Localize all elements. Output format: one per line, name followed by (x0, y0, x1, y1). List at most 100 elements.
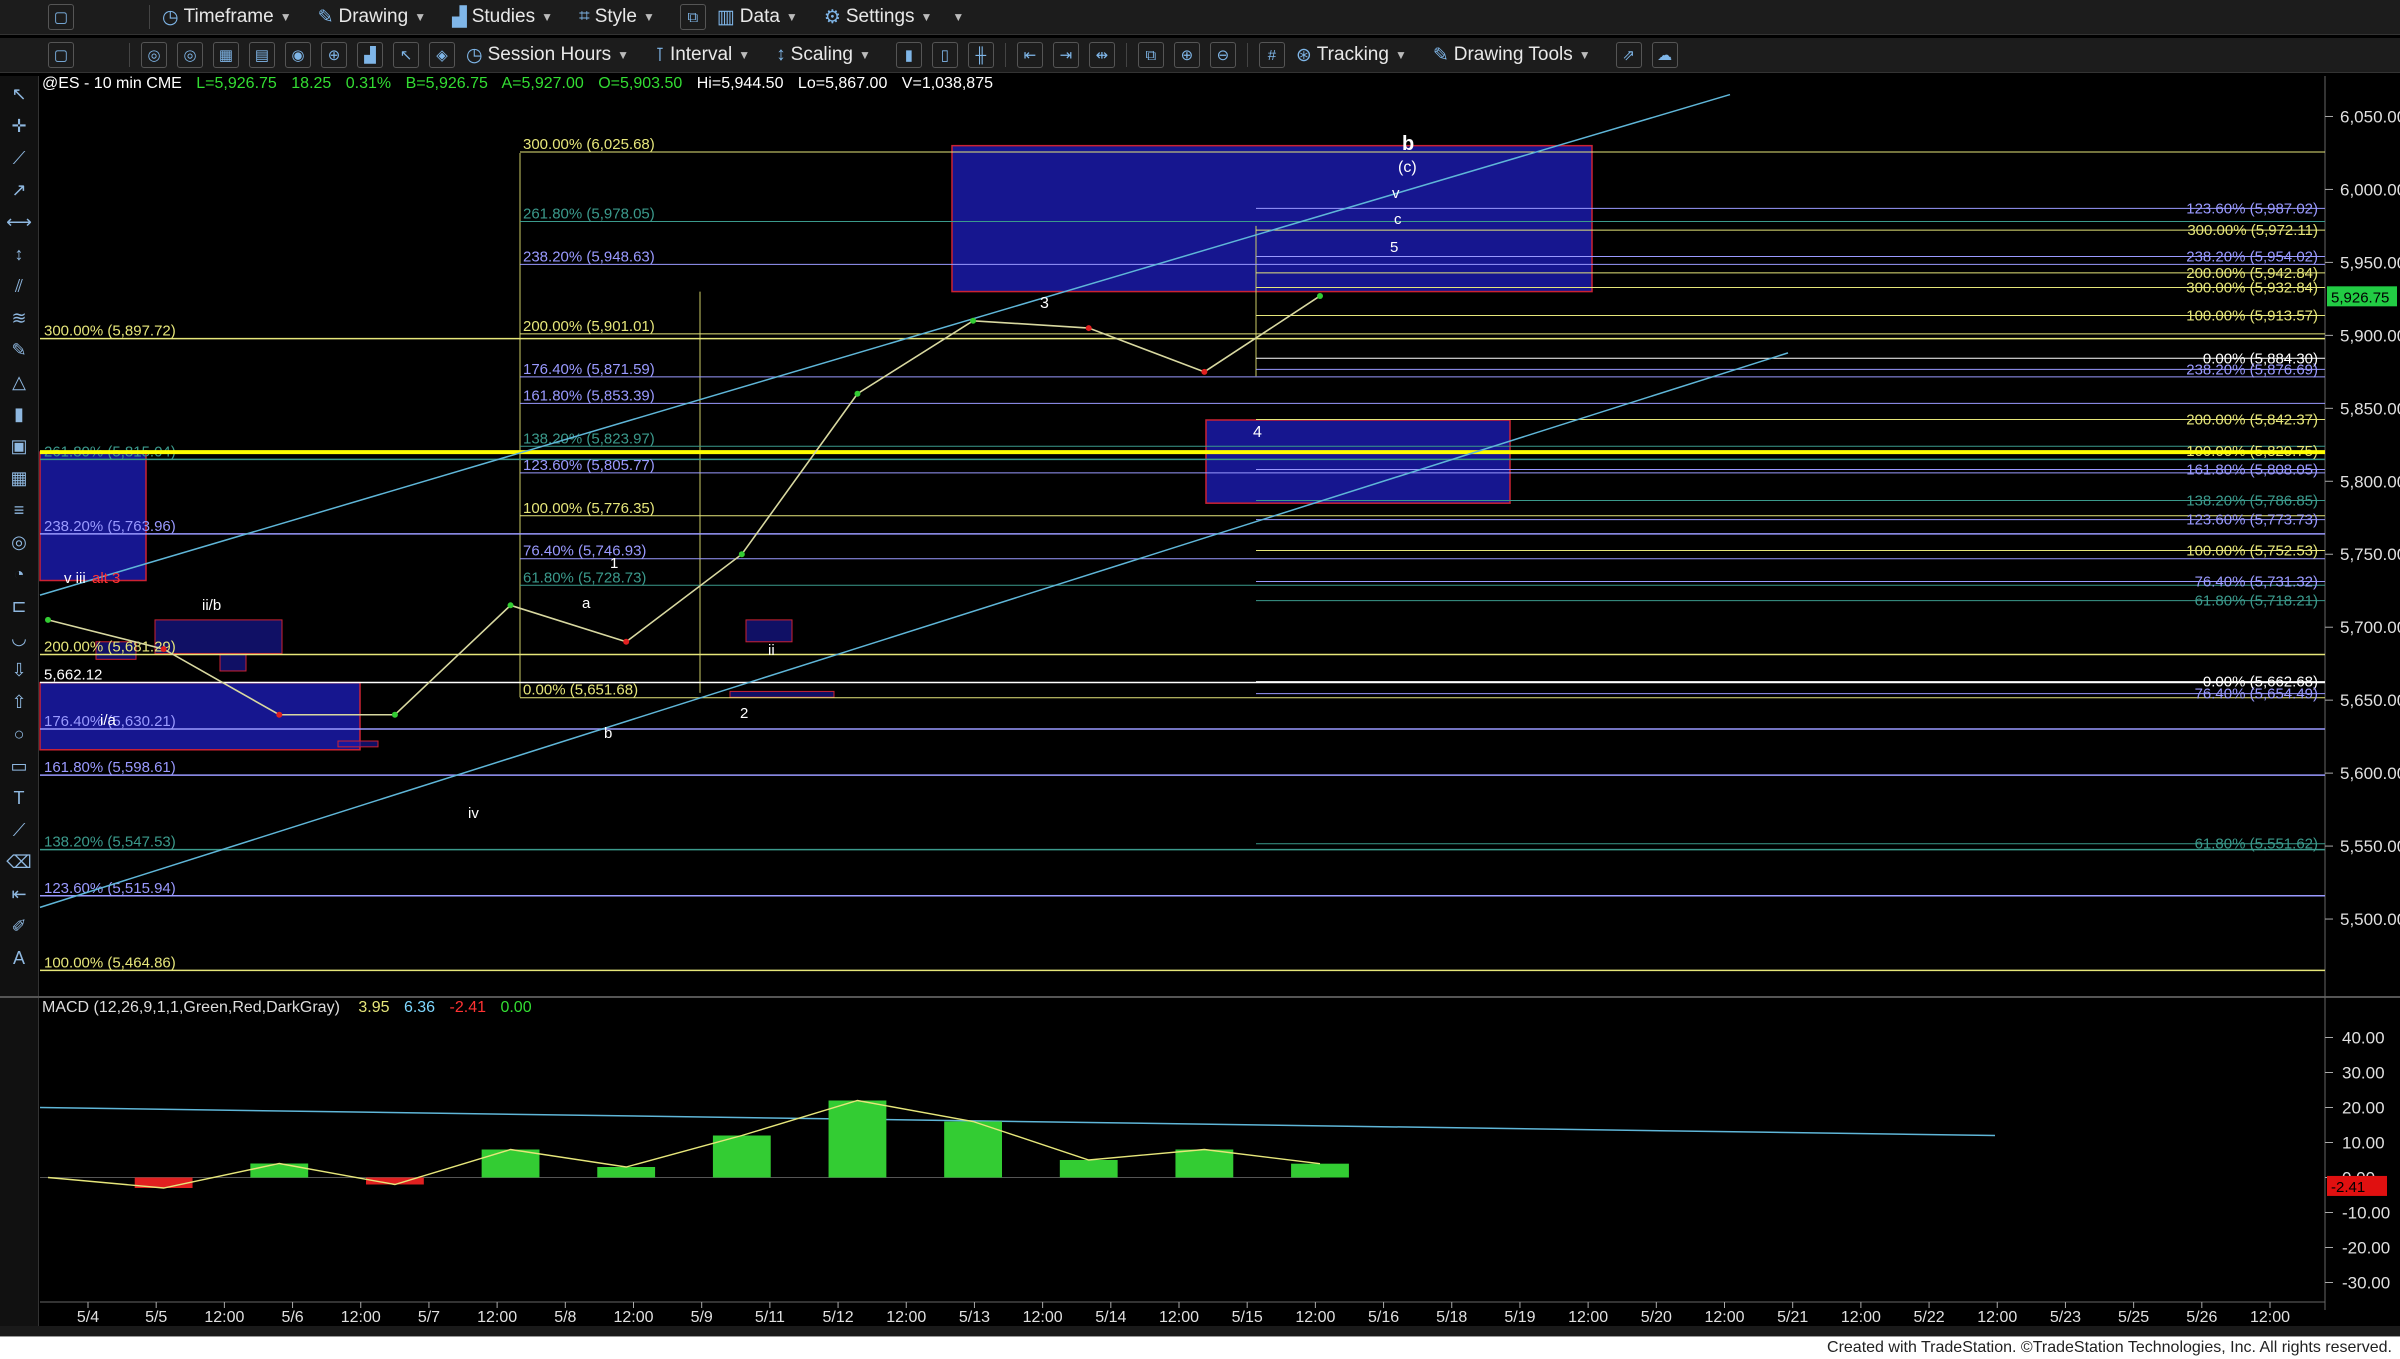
time-tick-label: 5/12 (822, 1309, 853, 1326)
price-tick-label: 5,850.00 (2340, 399, 2400, 418)
copyright-text: Created with TradeStation. ©TradeStation… (1827, 1339, 2392, 1356)
wave-label: b (1402, 133, 1414, 155)
fib-level-label: 238.20% (5,876.69) (2186, 361, 2318, 378)
price-tick-label: 5,800.00 (2340, 472, 2400, 491)
fib-level-label: 0.00% (5,651.68) (523, 682, 638, 699)
fib-level-label: 300.00% (5,972.11) (2187, 222, 2318, 239)
time-tick-label: 5/26 (2186, 1309, 2217, 1326)
price-tick-label: 5,900.00 (2340, 326, 2400, 345)
price-point (854, 390, 861, 397)
macd-histogram-bar (481, 1149, 540, 1178)
fib-level-label: 123.60% (5,987.02) (2186, 200, 2318, 217)
chart-canvas[interactable]: 300.00% (5,897.72)261.80% (5,815.04)238.… (0, 0, 2400, 1336)
macd-histogram: -2.41 (450, 999, 487, 1016)
macd-histogram-bar (597, 1167, 656, 1178)
price-tick-label: 5,500.00 (2340, 910, 2400, 929)
ask-price: A=5,927.00 (501, 75, 583, 92)
price-tick-label: 5,950.00 (2340, 253, 2400, 272)
macd-signal: 6.36 (404, 999, 435, 1016)
time-tick-label: 5/4 (77, 1309, 99, 1326)
symbol-header: @ES - 10 min CME L=5,926.75 18.25 0.31% … (42, 75, 993, 92)
time-tick-label: 12:00 (1568, 1309, 1608, 1326)
time-tick-label: 12:00 (1841, 1309, 1881, 1326)
wave-label: ii (768, 642, 775, 659)
macd-histogram-bar (1291, 1163, 1349, 1178)
macd-tick-label: -30.00 (2342, 1274, 2390, 1293)
wave-label: (c) (1398, 159, 1417, 176)
price-point (507, 602, 514, 609)
fib-level-label: 261.80% (5,978.05) (523, 205, 655, 222)
macd-tick-label: 10.00 (2342, 1134, 2385, 1153)
wave-label: 1 (610, 555, 618, 572)
footer-bar: Created with TradeStation. ©TradeStation… (0, 1336, 2400, 1359)
target-zone-box (39, 451, 147, 582)
macd-histogram-bar (712, 1135, 771, 1178)
macd-trendline (39, 1106, 1996, 1137)
time-tick-label: 5/9 (691, 1309, 713, 1326)
time-tick-label: 5/18 (1436, 1309, 1467, 1326)
macd-zero: 0.00 (500, 999, 531, 1016)
price-tick-label: 5,650.00 (2340, 691, 2400, 710)
price-tick-label: 6,050.00 (2340, 107, 2400, 126)
fib-level-label: 123.60% (5,515.94) (44, 880, 176, 897)
time-tick-label: 5/25 (2118, 1309, 2149, 1326)
time-tick-label: 5/19 (1504, 1309, 1535, 1326)
price-tick-label: 5,550.00 (2340, 837, 2400, 856)
time-tick-label: 5/7 (418, 1309, 440, 1326)
price-point (1085, 325, 1092, 332)
fib-level-label: 161.80% (5,808.05) (2186, 462, 2318, 479)
zone-boxes (39, 144, 1593, 751)
fib-level-label: 176.40% (5,871.59) (523, 361, 655, 378)
wave-label: iv (468, 805, 479, 822)
small-zone-box (745, 619, 793, 643)
time-tick-label: 5/20 (1641, 1309, 1672, 1326)
fib-level-label: 161.80% (5,598.61) (44, 759, 176, 776)
bid-price: B=5,926.75 (406, 75, 488, 92)
target-zone-box (1205, 419, 1511, 504)
price-point (970, 317, 977, 324)
horizontal-scrollbar[interactable] (0, 1326, 2400, 1336)
symbol-label: @ES - 10 min CME (42, 75, 182, 92)
time-tick-label: 5/14 (1095, 1309, 1126, 1326)
time-tick-label: 12:00 (1295, 1309, 1335, 1326)
target-zone-box (951, 144, 1593, 293)
fib-level-label: 5,662.12 (44, 666, 102, 683)
fib-level-label: 238.20% (5,763.96) (44, 518, 176, 535)
fib-level-label: 138.20% (5,547.53) (44, 834, 176, 851)
time-tick-label: 5/16 (1368, 1309, 1399, 1326)
time-tick-label: 12:00 (1704, 1309, 1744, 1326)
price-point (391, 711, 398, 718)
wave-label: 5 (1390, 239, 1398, 256)
time-tick-label: 5/11 (755, 1309, 785, 1326)
time-tick-label: 12:00 (613, 1309, 653, 1326)
macd-label: MACD (12,26,9,1,1,Green,Red,DarkGray) (42, 999, 340, 1016)
time-tick-label: 12:00 (1023, 1309, 1063, 1326)
price-point (276, 711, 283, 718)
wave-label: v (1392, 185, 1400, 202)
last-price: L=5,926.75 (196, 75, 277, 92)
macd-tick-label: 20.00 (2342, 1099, 2385, 1118)
time-tick-label: 12:00 (477, 1309, 517, 1326)
time-tick-label: 5/8 (554, 1309, 576, 1326)
fib-level-label: 76.40% (5,731.32) (2195, 573, 2318, 590)
macd-tick-label: 30.00 (2342, 1064, 2385, 1083)
macd-header: MACD (12,26,9,1,1,Green,Red,DarkGray) 3.… (42, 999, 532, 1016)
wave-label: 2 (740, 705, 748, 722)
time-tick-label: 5/6 (281, 1309, 303, 1326)
last-price-label: 5,926.75 (2331, 289, 2389, 306)
wave-label: c (1394, 211, 1402, 228)
price-point (160, 646, 167, 653)
fib-level-label: 138.20% (5,786.85) (2186, 492, 2318, 509)
wave-label: v iii (64, 570, 86, 587)
time-tick-label: 5/13 (959, 1309, 990, 1326)
fib-level-label: 200.00% (5,901.01) (523, 318, 655, 335)
macd-line (47, 1099, 1321, 1189)
time-tick-label: 5/23 (2050, 1309, 2081, 1326)
fib-level-label: 123.60% (5,773.73) (2186, 512, 2318, 529)
fib-level-label: 76.40% (5,746.93) (523, 543, 646, 560)
wave-label: 4 (1253, 424, 1262, 441)
small-zone-box (219, 652, 247, 672)
pct-change: 0.31% (346, 75, 391, 92)
wave-label: ii/b (202, 597, 221, 614)
macd-histogram-bar (828, 1100, 887, 1178)
